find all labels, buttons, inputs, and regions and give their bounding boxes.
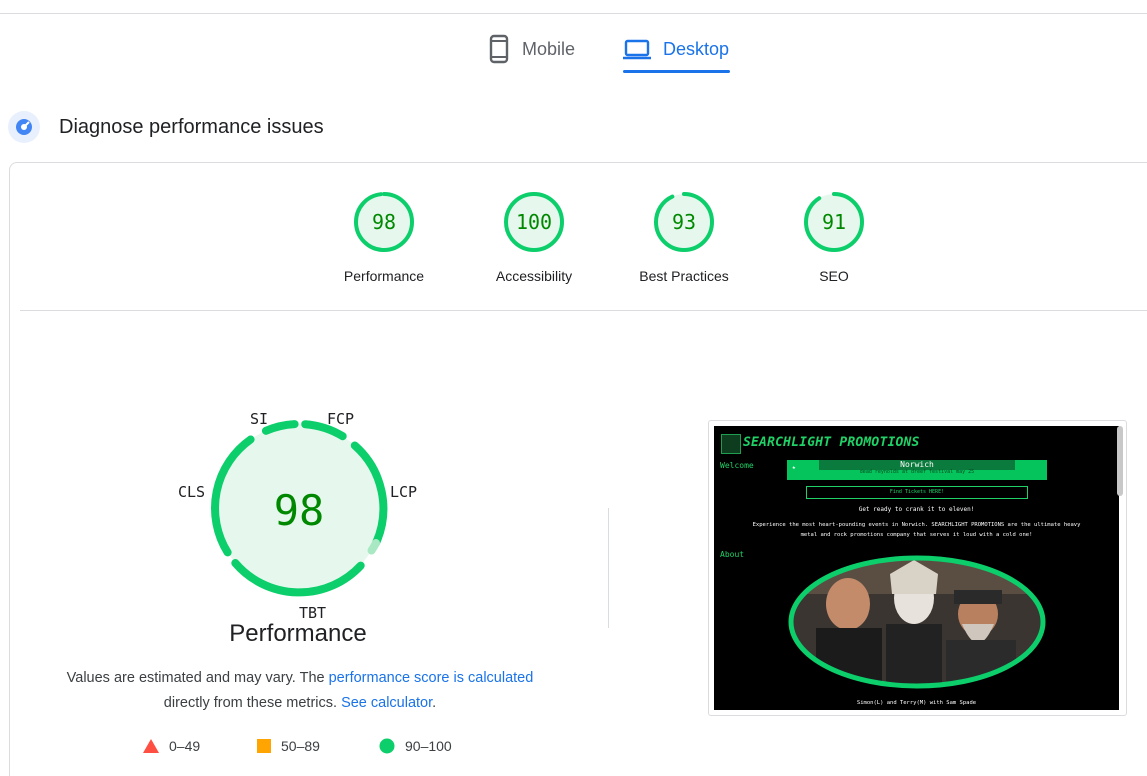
performance-note: Values are estimated and may vary. The p… [40,666,560,716]
screenshot-scrollbar[interactable] [1117,426,1123,496]
legend-pass-label: 90–100 [405,738,452,754]
gauge-label: Performance [343,268,425,284]
device-tabs: Mobile Desktop [0,24,1147,74]
performance-score: 98 [274,486,325,535]
vertical-divider [608,508,609,628]
legend-average-label: 50–89 [281,738,320,754]
score-legend: 0–49 50–89 90–100 [0,738,600,760]
site-description: Experience the most heart-pounding event… [752,522,1081,538]
legend-pass: 90–100 [379,738,452,754]
gauge-ring: 98 [354,192,414,252]
metric-label-lcp: LCP [390,483,418,501]
gauge-ring: 100 [504,192,564,252]
laptop-icon [623,39,651,60]
square-icon [257,739,271,753]
site-banner: ★ Norwich dead reynolds at dreef festiva… [787,460,1047,480]
site-banner-sub: dead reynolds at dreef festival may 25 [859,469,975,475]
site-banner-city: Norwich [900,460,934,469]
note-text: . [432,695,437,711]
gauge-performance[interactable]: 98 Performance [314,190,454,284]
gauge-score: 100 [516,210,552,234]
circle-icon [379,738,395,754]
smartphone-icon [489,34,509,64]
note-text: directly from these metrics. [163,695,342,711]
diagnose-title: Diagnose performance issues [59,115,324,138]
tab-mobile[interactable]: Mobile [488,24,575,74]
gauge-ring: 91 [804,192,864,252]
tab-mobile-label: Mobile [522,38,576,59]
site-ticket-button: Find Tickets HERE! [806,486,1028,499]
final-screenshot: SEARCHLIGHT PROMOTIONS Welcome ★ Norwich… [714,426,1119,710]
gauge-ring: 93 [654,192,714,252]
site-logo-icon [721,434,741,454]
gauge-label: Best Practices [639,268,729,284]
performance-title: Performance [229,620,367,647]
gauge-best-practices[interactable]: 93 Best Practices [614,190,754,284]
diagnose-header: Diagnose performance issues [8,108,324,146]
gauge-accessibility[interactable]: 100 Accessibility [464,190,604,284]
gauge-label: Accessibility [495,268,573,284]
site-band-photo [788,555,1046,689]
legend-fail: 0–49 [143,738,200,754]
gauges-divider [20,310,1147,311]
site-welcome-heading: Welcome [720,461,754,470]
metric-label-cls: CLS [178,483,206,501]
gauge-score: 91 [822,210,846,234]
gauge-score: 98 [372,210,396,234]
performance-gauge: 98 SI FCP LCP TBT CLS [170,400,430,625]
triangle-icon [143,739,159,753]
site-brand: SEARCHLIGHT PROMOTIONS [743,435,920,450]
active-tab-indicator [623,70,730,73]
score-calculated-link[interactable]: performance score is calculated [329,670,534,686]
top-divider [0,13,1147,14]
gauge-seo[interactable]: 91 SEO [764,190,904,284]
metric-label-fcp: FCP [327,410,355,428]
gauge-label: SEO [819,268,849,284]
metric-label-si: SI [250,410,269,428]
tab-desktop-label: Desktop [663,38,730,59]
site-photo-caption: Simon(L) and Terry(M) with Sam Spade [856,700,977,706]
gauge-score: 93 [672,210,696,234]
speedometer-icon [8,111,40,143]
performance-ring: 98 [211,420,388,597]
tab-desktop[interactable]: Desktop [623,24,729,74]
see-calculator-link[interactable]: See calculator [341,695,432,711]
note-text: Values are estimated and may vary. The [66,670,329,686]
site-tagline: Get ready to crank it to eleven! [858,506,975,513]
site-about-heading: About [720,550,745,559]
legend-average: 50–89 [257,738,320,754]
legend-fail-label: 0–49 [169,738,201,754]
